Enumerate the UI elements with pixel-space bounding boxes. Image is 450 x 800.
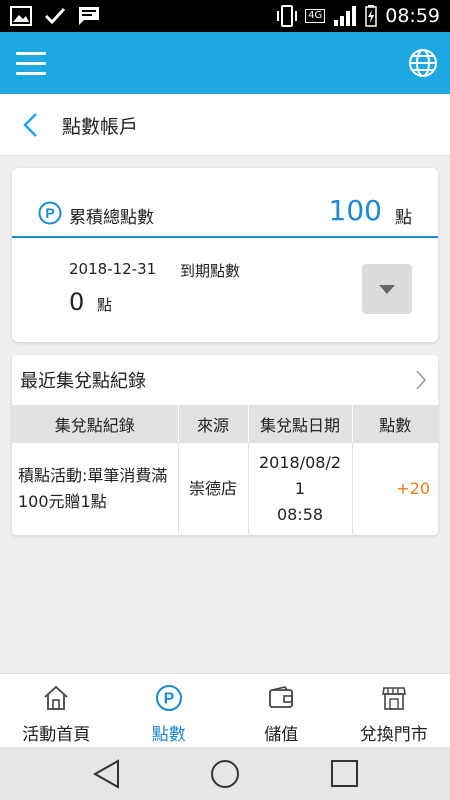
expiry-points-unit: 點 (97, 296, 113, 314)
nav-label: 儲值 (264, 725, 299, 745)
vibrate-icon (277, 5, 298, 27)
column-header: 集兌點日期 (248, 405, 353, 443)
home-icon (44, 685, 68, 710)
column-header: 集兌點紀錄 (12, 405, 179, 443)
recent-records-title[interactable]: 最近集兌點紀錄 (20, 367, 146, 393)
message-icon (79, 7, 99, 25)
expiry-date: 2018-12-31 (69, 260, 157, 278)
svg-text:P: P (163, 691, 174, 708)
record-date: 2018/08/2 1 08:58 (248, 443, 353, 534)
network-type: 4G (305, 9, 326, 23)
table-header-row: 集兌點紀錄 來源 集兌點日期 點數 (12, 405, 438, 443)
record-source: 崇德店 (178, 443, 249, 534)
nav-item-topup[interactable]: 儲值 (225, 674, 338, 747)
nav-label: 兌換門市 (359, 725, 428, 745)
points-icon: P (155, 685, 182, 711)
nav-item-points[interactable]: P 點數 (113, 674, 226, 747)
points-icon: P (38, 201, 62, 225)
total-points-value: 100 (328, 194, 382, 227)
nav-item-stores[interactable]: 兌換門市 (338, 674, 450, 747)
store-icon (381, 687, 406, 710)
image-icon (10, 6, 32, 26)
app-bar (0, 32, 450, 94)
total-points-label: 累積總點數 (69, 208, 154, 228)
record-date-line: 2018/08/2 (258, 452, 342, 472)
nav-label: 活動首頁 (22, 725, 91, 745)
check-icon (44, 7, 66, 25)
chevron-right-icon[interactable] (414, 369, 428, 391)
nav-item-home[interactable]: 活動首頁 (0, 674, 113, 747)
column-header: 來源 (178, 405, 249, 443)
points-summary-card: P 累積總點數 100 點 2018-12-31 到期點數 0 點 (12, 168, 438, 342)
nav-label: 點數 (151, 725, 186, 745)
battery-charging-icon (365, 5, 377, 27)
record-date-line: 1 (294, 478, 306, 498)
back-arrow-icon[interactable] (20, 112, 42, 138)
home-circle-icon[interactable] (210, 759, 240, 789)
total-points-unit: 點 (395, 208, 412, 228)
menu-icon[interactable] (16, 48, 48, 78)
wallet-icon (269, 686, 294, 708)
expiry-dropdown-button[interactable] (362, 264, 412, 314)
svg-text:P: P (45, 205, 54, 221)
clock: 08:59 (385, 5, 440, 27)
system-icons: 4G 08:59 (277, 5, 440, 27)
back-triangle-icon[interactable] (91, 758, 123, 790)
page-header: 點數帳戶 (0, 94, 450, 156)
notification-icons (10, 6, 100, 26)
records-table: 集兌點紀錄 來源 集兌點日期 點數 積點活動:單筆消費滿100元贈1點 崇德店 … (12, 405, 438, 534)
record-description: 積點活動:單筆消費滿100元贈1點 (12, 443, 179, 534)
signal-icon (334, 6, 357, 26)
recent-records-card: 最近集兌點紀錄 集兌點紀錄 來源 集兌點日期 點數 積點活動:單筆消費滿100元… (12, 355, 438, 535)
expiry-points-label: 到期點數 (180, 262, 241, 280)
page-title: 點數帳戶 (62, 116, 139, 138)
column-header: 點數 (352, 405, 438, 443)
status-bar: 4G 08:59 (0, 0, 450, 32)
record-time: 08:58 (276, 504, 324, 524)
bottom-navigation: 活動首頁 P 點數 儲值 兌換門市 (0, 673, 450, 747)
expiry-points-value: 0 (69, 288, 85, 316)
recent-apps-icon[interactable] (330, 759, 359, 788)
divider (12, 236, 438, 238)
globe-icon[interactable] (408, 48, 438, 78)
table-row: 積點活動:單筆消費滿100元贈1點 崇德店 2018/08/2 1 08:58 … (12, 443, 438, 534)
system-navigation-bar (0, 747, 450, 800)
record-points: +20 (396, 478, 430, 498)
